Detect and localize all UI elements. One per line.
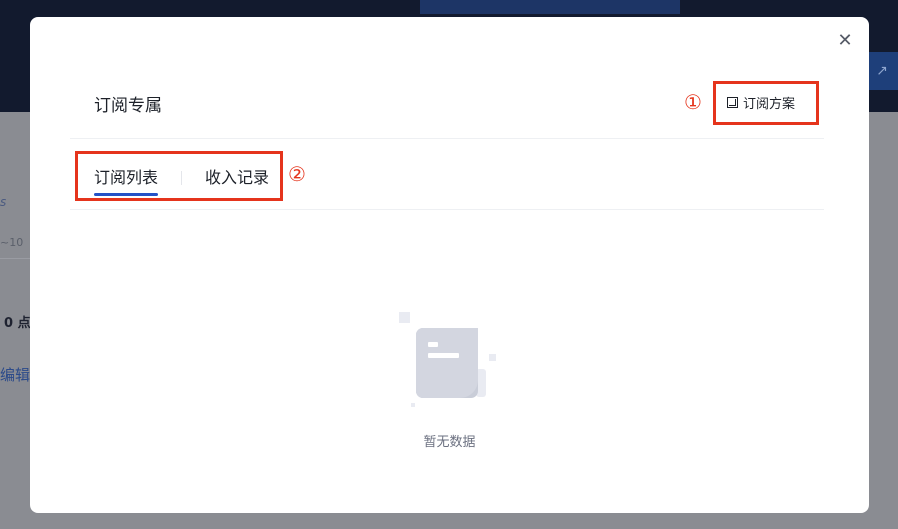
annotation-marker-1: ①	[684, 90, 702, 114]
background-divider	[0, 258, 30, 259]
background-edit-link[interactable]: 编辑	[0, 364, 30, 385]
annotation-marker-2: ②	[288, 162, 306, 186]
header-divider	[70, 138, 824, 139]
background-text-fragment: 0 点	[4, 316, 31, 331]
close-icon[interactable]: ✕	[837, 32, 853, 50]
annotation-box-plan	[713, 81, 819, 125]
modal-title: 订阅专属	[94, 96, 162, 116]
external-link-icon[interactable]: ↗	[866, 52, 898, 90]
empty-document-icon	[399, 312, 496, 407]
tabs-divider	[70, 209, 824, 210]
empty-state-text: 暂无数据	[423, 435, 476, 450]
annotation-box-tabs	[75, 151, 283, 201]
background-text-fragment: s	[0, 195, 7, 209]
background-text-fragment: ~10	[0, 236, 24, 249]
background-glow	[420, 0, 680, 14]
